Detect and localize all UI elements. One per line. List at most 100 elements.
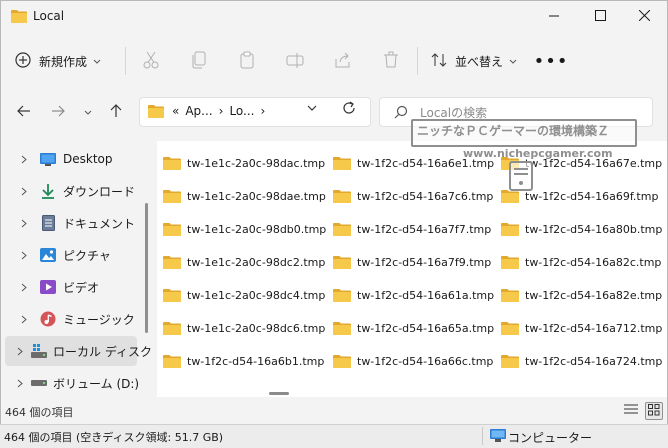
separator [417, 47, 418, 75]
chevron-down-icon [93, 54, 101, 68]
bottom-status-strip: 464 個の項目 (空きディスク領域: 51.7 GB) コンピューター [0, 424, 668, 448]
folder-icon [333, 321, 351, 335]
file-item[interactable]: tw-1e1c-2a0c-98dac.tmp [163, 152, 325, 174]
details-view-button[interactable] [623, 402, 639, 418]
computer-icon [490, 429, 506, 446]
rename-button[interactable] [283, 49, 307, 73]
minimize-button[interactable] [531, 1, 577, 33]
file-item[interactable]: tw-1f2c-d54-16a712.tmp [501, 317, 662, 339]
delete-button[interactable] [379, 49, 403, 73]
close-button[interactable] [621, 1, 667, 33]
file-item[interactable]: tw-1f2c-d54-16a7f7.tmp [333, 218, 491, 240]
file-item[interactable]: tw-1f2c-d54-16a66c.tmp [333, 350, 493, 372]
chevron-right-icon[interactable] [17, 219, 31, 228]
sidebar-scrollbar[interactable] [145, 203, 148, 333]
file-item[interactable]: tw-1e1c-2a0c-98dc2.tmp [163, 251, 325, 273]
file-name: tw-1f2c-d54-16a69f.tmp [525, 189, 659, 203]
share-icon [334, 51, 352, 72]
share-button[interactable] [331, 49, 355, 73]
navigation-bar: « Ap... › Lo... › Localの検索 [1, 93, 667, 133]
breadcrumb-local[interactable]: Lo... [229, 104, 254, 118]
sidebar-item-label: ローカル ディスク [53, 344, 152, 359]
new-button[interactable]: 新規作成 [15, 48, 101, 74]
copy-button[interactable] [187, 49, 211, 73]
file-item[interactable]: tw-1f2c-d54-16a82e.tmp [501, 284, 662, 306]
sidebar-item-local-disk[interactable]: ローカル ディスク [5, 336, 152, 366]
file-name: tw-1f2c-d54-16a67e.tmp [525, 156, 663, 170]
folder-icon [501, 156, 519, 170]
folder-icon [163, 255, 181, 269]
breadcrumb-appdata[interactable]: Ap... [185, 104, 212, 118]
folder-icon [333, 255, 351, 269]
file-item[interactable]: tw-1e1c-2a0c-98dc6.tmp [163, 317, 325, 339]
file-item[interactable]: tw-1f2c-d54-16a67e.tmp [501, 152, 662, 174]
breadcrumb-overflow[interactable]: « [172, 104, 179, 118]
cut-button[interactable] [139, 49, 163, 73]
tiles-view-button[interactable] [645, 402, 663, 420]
chevron-right-icon[interactable] [17, 379, 23, 388]
sidebar-item-music[interactable]: ミュージック [5, 304, 137, 334]
file-name: tw-1f2c-d54-16a7f9.tmp [357, 255, 492, 269]
chevron-right-icon[interactable] [17, 187, 31, 196]
local-disk-icon [31, 342, 47, 360]
file-name: tw-1f2c-d54-16a65a.tmp [357, 321, 495, 335]
file-name: tw-1f2c-d54-16a80b.tmp [525, 222, 663, 236]
chevron-right-icon[interactable] [17, 251, 31, 260]
chevron-right-icon[interactable] [17, 315, 31, 324]
sort-button[interactable]: 並べ替え [431, 48, 517, 74]
file-list: tw-1e1c-2a0c-98dac.tmp tw-1e1c-2a0c-98dae… [157, 141, 667, 397]
refresh-icon[interactable] [341, 100, 357, 119]
sidebar-item-desktop[interactable]: Desktop [5, 144, 137, 174]
address-bar[interactable]: « Ap... › Lo... › [139, 97, 371, 127]
forward-button[interactable] [47, 101, 69, 123]
arrow-right-icon [51, 105, 65, 120]
chevron-right-icon[interactable] [17, 283, 31, 292]
sidebar-item-volume-d[interactable]: ボリューム (D:) [5, 368, 139, 398]
file-name: tw-1f2c-d54-16a7f7.tmp [357, 222, 492, 236]
folder-icon [148, 104, 164, 121]
file-item[interactable]: tw-1e1c-2a0c-98db0.tmp [163, 218, 326, 240]
desktop-icon [39, 150, 57, 168]
sidebar-item-pictures[interactable]: ピクチャ [5, 240, 137, 270]
chevron-right-icon[interactable] [17, 347, 23, 356]
separator [482, 427, 483, 445]
recent-button[interactable] [77, 101, 99, 123]
horizontal-scrollbar[interactable] [269, 392, 289, 395]
search-icon [394, 105, 408, 122]
sidebar-item-videos[interactable]: ビデオ [5, 272, 137, 302]
file-name: tw-1e1c-2a0c-98dc2.tmp [187, 255, 326, 269]
chevron-right-icon[interactable] [17, 155, 31, 164]
file-item[interactable]: tw-1e1c-2a0c-98dae.tmp [163, 185, 326, 207]
file-item[interactable]: tw-1f2c-d54-16a61a.tmp [333, 284, 494, 306]
folder-icon [163, 156, 181, 170]
address-dropdown-icon[interactable] [307, 101, 317, 115]
more-options-button[interactable]: ••• [534, 49, 568, 73]
back-button[interactable] [13, 101, 35, 123]
up-button[interactable] [105, 101, 127, 123]
file-item[interactable]: tw-1f2c-d54-16a6b1.tmp [163, 350, 324, 372]
file-name: tw-1f2c-d54-16a724.tmp [525, 354, 663, 368]
file-item[interactable]: tw-1f2c-d54-16a82c.tmp [501, 251, 661, 273]
file-item[interactable]: tw-1f2c-d54-16a80b.tmp [501, 218, 662, 240]
file-item[interactable]: tw-1f2c-d54-16a69f.tmp [501, 185, 658, 207]
download-icon [39, 182, 57, 200]
file-item[interactable]: tw-1e1c-2a0c-98dc4.tmp [163, 284, 325, 306]
folder-icon [11, 9, 27, 26]
file-item[interactable]: tw-1f2c-d54-16a7f9.tmp [333, 251, 491, 273]
sidebar-item-downloads[interactable]: ダウンロード [5, 176, 137, 206]
breadcrumb-separator: › [260, 104, 266, 118]
folder-icon [333, 222, 351, 236]
file-item[interactable]: tw-1f2c-d54-16a724.tmp [501, 350, 662, 372]
new-button-label: 新規作成 [39, 54, 88, 69]
file-item[interactable]: tw-1f2c-d54-16a6e1.tmp [333, 152, 494, 174]
arrow-left-icon [17, 105, 31, 120]
file-item[interactable]: tw-1f2c-d54-16a7c6.tmp [333, 185, 493, 207]
maximize-button[interactable] [577, 1, 623, 33]
paste-button[interactable] [235, 49, 259, 73]
sidebar-item-documents[interactable]: ドキュメント [5, 208, 137, 238]
music-icon [39, 310, 57, 328]
close-icon [638, 9, 650, 24]
paste-icon [238, 51, 256, 72]
search-box[interactable]: Localの検索 [379, 97, 653, 127]
file-item[interactable]: tw-1f2c-d54-16a65a.tmp [333, 317, 494, 339]
